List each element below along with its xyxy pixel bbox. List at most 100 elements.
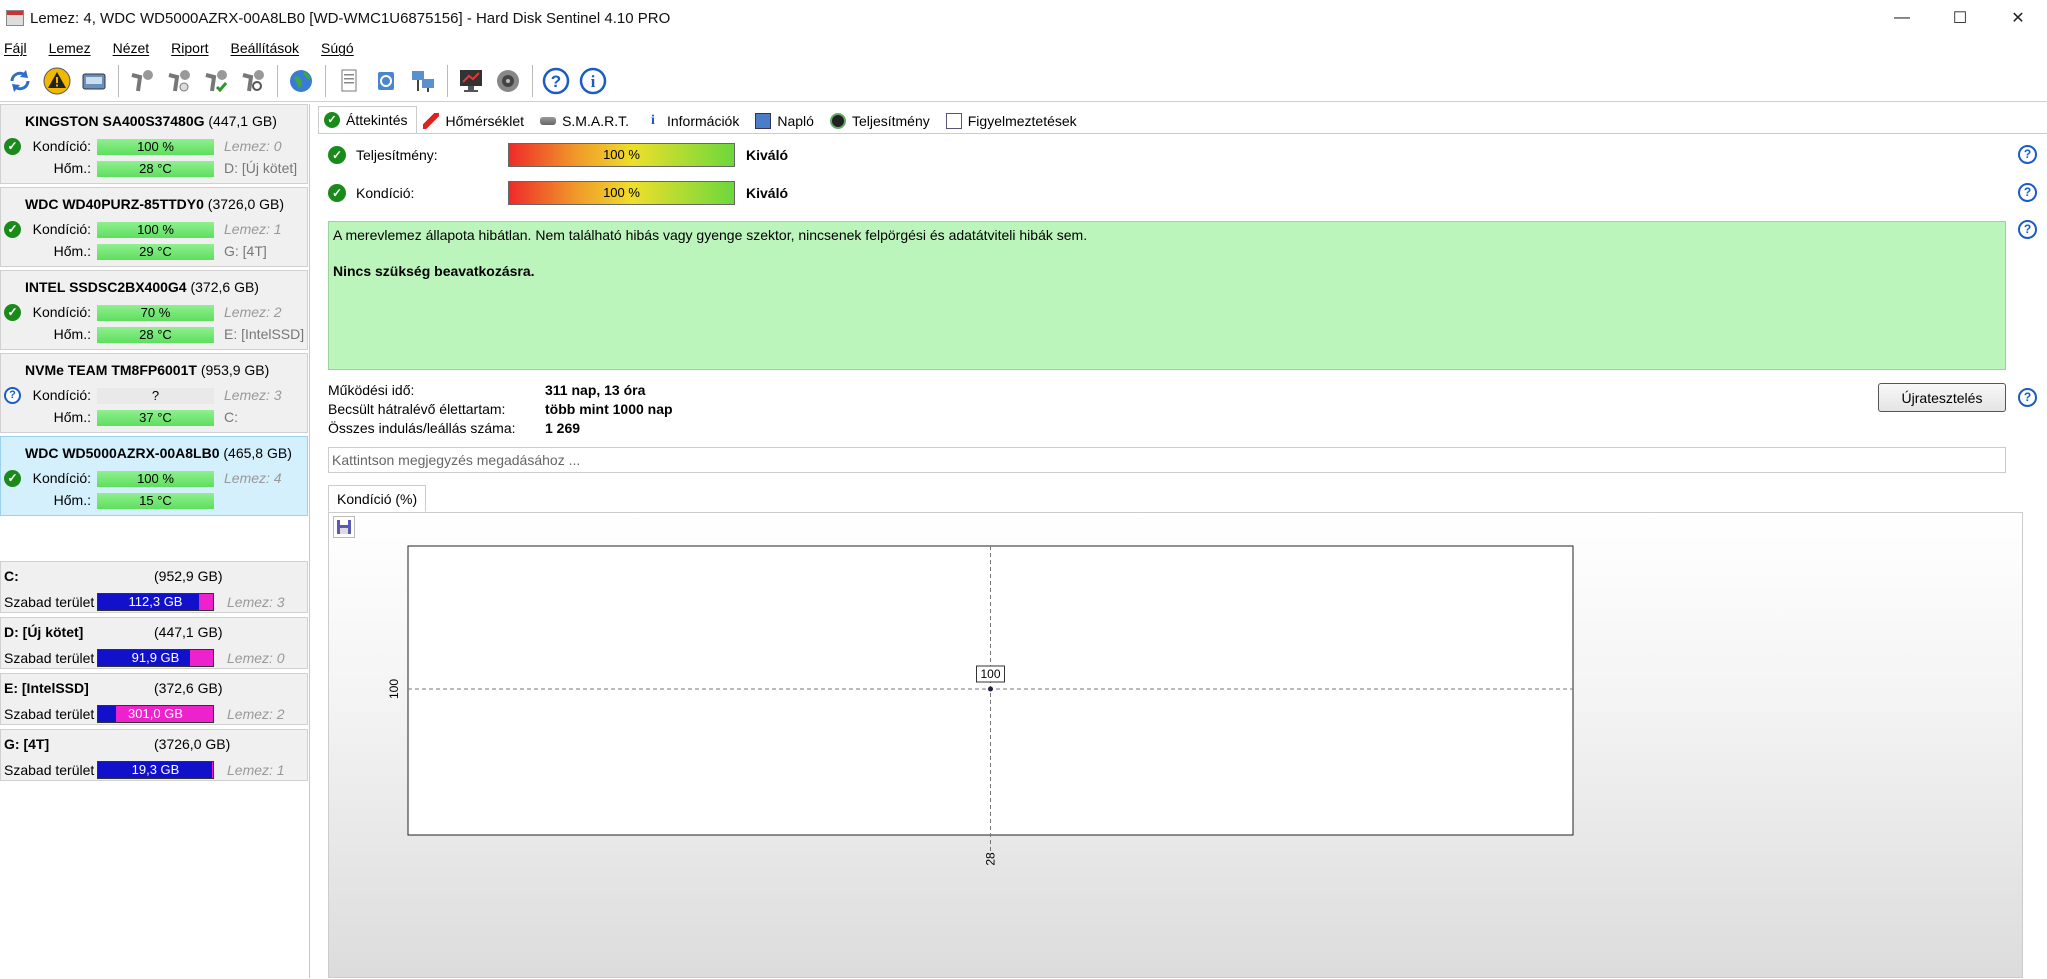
toolbar-separator bbox=[325, 64, 326, 97]
volume-size: (952,9 GB) bbox=[154, 568, 223, 584]
menu-report[interactable]: Riport bbox=[167, 40, 208, 56]
refresh-button[interactable] bbox=[2, 63, 38, 99]
close-button[interactable]: ✕ bbox=[1989, 0, 2047, 36]
free-space-bar: 301,0 GB bbox=[97, 705, 214, 723]
disk-button[interactable] bbox=[76, 63, 112, 99]
disk-name: INTEL SSDSC2BX400G4 (372,6 GB) bbox=[25, 279, 259, 295]
startstop-label: Összes indulás/leállás száma: bbox=[328, 420, 516, 436]
window-title: Lemez: 4, WDC WD5000AZRX-00A8LB0 [WD-WMC… bbox=[30, 9, 671, 27]
sync-button[interactable] bbox=[368, 63, 404, 99]
tab-label: Napló bbox=[777, 113, 814, 129]
disk-id: Lemez: 2 bbox=[224, 304, 282, 320]
wrench-magnify-button[interactable] bbox=[235, 63, 271, 99]
wrench-test-button[interactable] bbox=[198, 63, 234, 99]
tab-smart[interactable]: S.M.A.R.T. bbox=[534, 108, 639, 134]
sync-icon bbox=[378, 71, 394, 90]
speaker-button[interactable] bbox=[490, 63, 526, 99]
data-point bbox=[988, 686, 993, 692]
help-icon[interactable]: ? bbox=[2018, 145, 2037, 164]
menu-view[interactable]: Nézet bbox=[109, 40, 150, 56]
chart-tab-health[interactable]: Kondíció (%) bbox=[328, 485, 427, 512]
disk-item[interactable]: KINGSTON SA400S37480G (447,1 GB) ✓ Kondí… bbox=[0, 104, 308, 184]
globe-button[interactable] bbox=[283, 63, 319, 99]
tab-label: Áttekintés bbox=[346, 112, 408, 128]
wrench-check-button[interactable] bbox=[161, 63, 197, 99]
volume-item[interactable]: C: (952,9 GB) Szabad terület 112,3 GB Le… bbox=[0, 561, 308, 613]
save-chart-button[interactable] bbox=[333, 516, 355, 538]
help-icon[interactable]: ? bbox=[2018, 220, 2037, 239]
disk-drives: G: [4T] bbox=[224, 243, 267, 259]
disk-list-pane: KINGSTON SA400S37480G (447,1 GB) ✓ Kondí… bbox=[0, 104, 310, 978]
alert-button[interactable] bbox=[39, 63, 75, 99]
svg-text:?: ? bbox=[551, 72, 561, 91]
minimize-button[interactable]: — bbox=[1873, 0, 1931, 36]
wrench-button[interactable] bbox=[124, 63, 160, 99]
ok-check-icon: ✓ bbox=[328, 146, 346, 164]
tab-log[interactable]: Napló bbox=[749, 108, 824, 134]
menu-settings[interactable]: Beállítások bbox=[227, 40, 299, 56]
smart-icon bbox=[540, 117, 557, 125]
disk-item-selected[interactable]: WDC WD5000AZRX-00A8LB0 (465,8 GB) ✓ Kond… bbox=[0, 436, 308, 516]
health-label: Kondíció: bbox=[32, 138, 91, 154]
free-space-label: Szabad terület bbox=[4, 650, 95, 666]
temp-row: Hőm.: 28 °C D: [Új kötet] bbox=[1, 159, 309, 177]
free-space-bar: 112,3 GB bbox=[97, 593, 214, 611]
monitor-button[interactable] bbox=[453, 63, 489, 99]
wrench-magnify-icon bbox=[242, 69, 264, 91]
report-icon bbox=[341, 69, 357, 91]
toolbar-separator bbox=[277, 64, 278, 97]
document-icon bbox=[945, 113, 962, 129]
chart-panel: 100 100 28 bbox=[328, 512, 2023, 978]
volume-item[interactable]: G: [4T] (3726,0 GB) Szabad terület 19,3 … bbox=[0, 729, 308, 781]
menu-disk[interactable]: Lemez bbox=[45, 40, 91, 56]
retest-button[interactable]: Újratesztelés bbox=[1878, 383, 2006, 412]
svg-text:i: i bbox=[591, 72, 596, 91]
tab-information[interactable]: i Információk bbox=[639, 108, 749, 134]
disk-name: WDC WD5000AZRX-00A8LB0 (465,8 GB) bbox=[25, 445, 292, 461]
status-text: A merevlemez állapota hibátlan. Nem talá… bbox=[333, 227, 1088, 243]
help-icon[interactable]: ? bbox=[2018, 388, 2037, 407]
tab-warnings[interactable]: Figyelmeztetések bbox=[940, 108, 1087, 134]
menu-file[interactable]: Fájl bbox=[0, 40, 27, 56]
temp-bar: 29 °C bbox=[97, 244, 214, 260]
temp-row: Hőm.: 28 °C E: [IntelSSD] bbox=[1, 325, 309, 343]
menu-help[interactable]: Súgó bbox=[317, 40, 354, 56]
disk-item[interactable]: WDC WD40PURZ-85TTDY0 (3726,0 GB) ✓ Kondí… bbox=[0, 187, 308, 267]
temp-row: Hőm.: 37 °C C: bbox=[1, 408, 309, 426]
ok-status-icon: ✓ bbox=[4, 470, 21, 487]
performance-row: ✓ Teljesítmény: 100 % Kiváló bbox=[328, 142, 2047, 168]
wrench-test-icon bbox=[205, 69, 228, 92]
temp-label: Hőm.: bbox=[53, 492, 91, 508]
tab-temperature[interactable]: Hőmérséklet bbox=[417, 108, 534, 134]
help-button[interactable]: ? bbox=[538, 63, 574, 99]
free-space-label: Szabad terület bbox=[4, 594, 95, 610]
tab-performance[interactable]: Teljesítmény bbox=[824, 108, 940, 134]
maximize-button[interactable]: ☐ bbox=[1931, 0, 1989, 36]
health-bar: 100 % bbox=[97, 139, 214, 155]
info-button[interactable]: i bbox=[575, 63, 611, 99]
ok-check-icon: ✓ bbox=[328, 184, 346, 202]
temp-label: Hőm.: bbox=[53, 243, 91, 259]
volume-disk: Lemez: 0 bbox=[227, 650, 285, 666]
volume-name: G: [4T] bbox=[4, 736, 50, 752]
health-label: Kondíció: bbox=[32, 221, 91, 237]
volume-disk: Lemez: 3 bbox=[227, 594, 285, 610]
disk-id: Lemez: 4 bbox=[224, 470, 282, 486]
volume-item[interactable]: D: [Új kötet] (447,1 GB) Szabad terület … bbox=[0, 617, 308, 669]
health-bar: 100 % bbox=[97, 471, 214, 487]
volume-item[interactable]: E: [IntelSSD] (372,6 GB) Szabad terület … bbox=[0, 673, 308, 725]
network-button[interactable] bbox=[405, 63, 441, 99]
volume-size: (447,1 GB) bbox=[154, 624, 223, 640]
volume-size: (372,6 GB) bbox=[154, 680, 223, 696]
health-chart: 100 100 28 bbox=[387, 545, 1574, 866]
disk-item[interactable]: INTEL SSDSC2BX400G4 (372,6 GB) ✓ Kondíci… bbox=[0, 270, 308, 350]
app-icon bbox=[6, 10, 24, 26]
disk-item[interactable]: NVMe TEAM TM8FP6001T (953,9 GB) ? Kondíc… bbox=[0, 353, 308, 433]
tab-overview[interactable]: ✓ Áttekintés bbox=[318, 106, 418, 134]
report-button[interactable] bbox=[331, 63, 367, 99]
health-bar: 100 % bbox=[97, 222, 214, 238]
health-label: Kondíció: bbox=[32, 304, 91, 320]
thermometer-icon bbox=[423, 113, 440, 129]
help-icon[interactable]: ? bbox=[2018, 183, 2037, 202]
note-input[interactable]: Kattintson megjegyzés megadásához ... bbox=[328, 447, 2006, 473]
